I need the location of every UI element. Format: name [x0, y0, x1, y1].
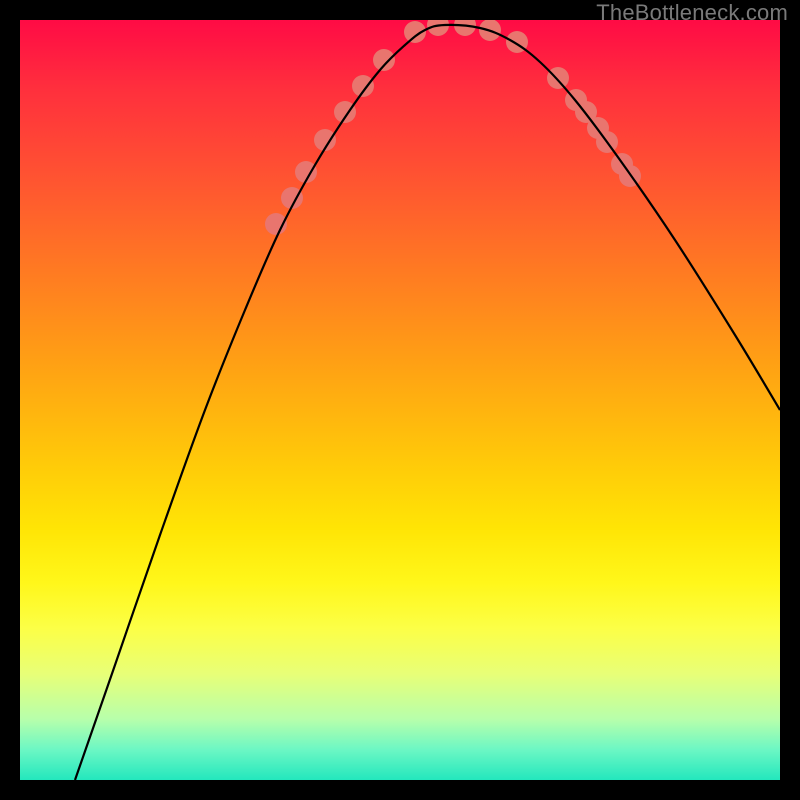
- marker-dot: [373, 49, 395, 71]
- chart-frame: TheBottleneck.com: [0, 0, 800, 800]
- bottleneck-curve: [75, 25, 780, 780]
- markers-group: [265, 20, 641, 235]
- curve-layer: [20, 20, 780, 780]
- marker-dot: [547, 67, 569, 89]
- heatmap-gradient-background: [20, 20, 780, 780]
- marker-dot: [454, 20, 476, 36]
- marker-dot: [352, 75, 374, 97]
- watermark-text: TheBottleneck.com: [596, 0, 788, 26]
